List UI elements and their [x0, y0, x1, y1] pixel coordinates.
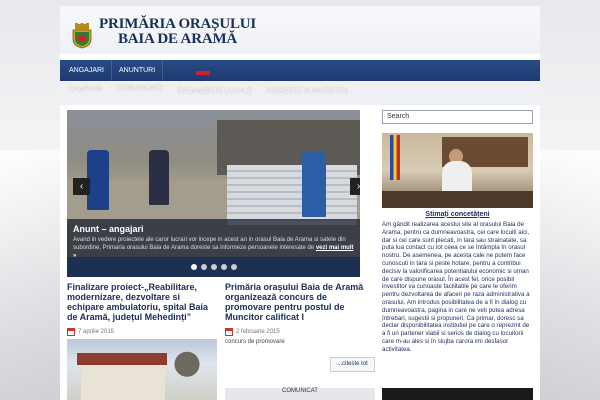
slide-image-panels	[227, 165, 357, 225]
post-date: 2 februarie 2015	[225, 328, 375, 336]
slider-dot[interactable]	[230, 264, 237, 270]
post-date: 7 aprilie 2015	[67, 328, 217, 336]
sidebar-bottom-block	[382, 388, 533, 400]
post-thumbnail-label[interactable]: COMUNICAT	[225, 388, 375, 400]
post-excerpt: concurs de promovare	[225, 339, 285, 345]
secondary-nav: CAMPANII COMUNICATE EVENIMENTE LOCALE PR…	[60, 71, 540, 105]
photo-desk	[382, 191, 533, 208]
slider-pagination	[67, 257, 360, 277]
site-header: PRIMĂRIA ORAȘULUI BAIA DE ARAMĂ	[60, 6, 540, 54]
slide-image-worker	[302, 152, 326, 217]
post-thumbnail[interactable]	[67, 339, 217, 400]
site-title[interactable]: PRIMĂRIA ORAȘULUI BAIA DE ARAMĂ	[99, 17, 256, 47]
slider-dot[interactable]	[220, 264, 227, 270]
site-title-line1: PRIMĂRIA ORAȘULUI	[99, 16, 257, 32]
post-card: Primăria orașului Baia de Aramă organize…	[225, 282, 375, 336]
sidebar-heading: Stimați concetățeni	[425, 211, 490, 218]
thumbnail-building-roof	[77, 353, 167, 365]
calendar-icon	[67, 328, 75, 336]
sidebar-message: Am gândit realizarea acestui site al ora…	[382, 221, 530, 353]
slider-next-button[interactable]: ›	[350, 178, 360, 195]
background-decoration-left	[0, 150, 60, 400]
slider-dot[interactable]	[210, 264, 217, 270]
nav-item-campanii[interactable]: CAMPANII	[62, 86, 109, 93]
slide-image-worker	[149, 150, 169, 205]
background-decoration-right	[540, 150, 600, 400]
thumbnail-building-wall	[81, 365, 165, 400]
read-more-button[interactable]: ...citeste tot	[330, 357, 375, 372]
calendar-icon	[225, 328, 233, 336]
slide-caption-body: Avand in vedere proiectele ale caror luc…	[73, 237, 346, 251]
primary-nav: ANGAJARI ANUNTURI	[60, 60, 540, 81]
post-date-text: 7 aprilie 2015	[78, 329, 115, 335]
nav-item-angajari[interactable]: ANGAJARI	[62, 60, 113, 81]
active-nav-indicator	[196, 71, 210, 75]
post-card: Finalizare proiect-„Reabilitare, moderni…	[67, 282, 217, 336]
image-slider[interactable]: ‹ › Anunt – angajari Avand in vedere pro…	[67, 110, 360, 277]
site-title-line2: BAIA DE ARAMĂ	[117, 31, 238, 47]
coat-of-arms-icon[interactable]	[71, 23, 93, 49]
thumbnail-tree	[167, 345, 207, 400]
post-title[interactable]: Finalizare proiect-„Reabilitare, moderni…	[67, 282, 217, 322]
nav-item-evenimente-locale[interactable]: EVENIMENTE LOCALE	[170, 88, 259, 95]
slide-image-worker	[87, 150, 109, 210]
post-title[interactable]: Primăria orașului Baia de Aramă organize…	[225, 282, 375, 322]
mayor-photo	[382, 133, 533, 208]
slider-prev-button[interactable]: ‹	[73, 178, 90, 195]
sidebar: Search Stimați concetățeni Am gândit rea…	[382, 110, 533, 354]
slide-caption-title[interactable]: Anunt – angajari	[73, 224, 354, 234]
nav-item-proiecte-investitii[interactable]: PROIECTE SI INVESTITII	[259, 88, 355, 95]
search-input[interactable]: Search	[382, 110, 533, 124]
slide-caption: Anunt – angajari Avand in vedere proiect…	[67, 219, 360, 259]
slider-dot[interactable]	[200, 264, 207, 270]
nav-item-anunturi[interactable]: ANUNTURI	[112, 60, 164, 81]
post-date-text: 2 februarie 2015	[236, 329, 280, 335]
nav-item-comunicate[interactable]: COMUNICATE	[109, 85, 170, 92]
photo-flag	[390, 135, 400, 180]
slider-dot[interactable]	[190, 264, 197, 270]
